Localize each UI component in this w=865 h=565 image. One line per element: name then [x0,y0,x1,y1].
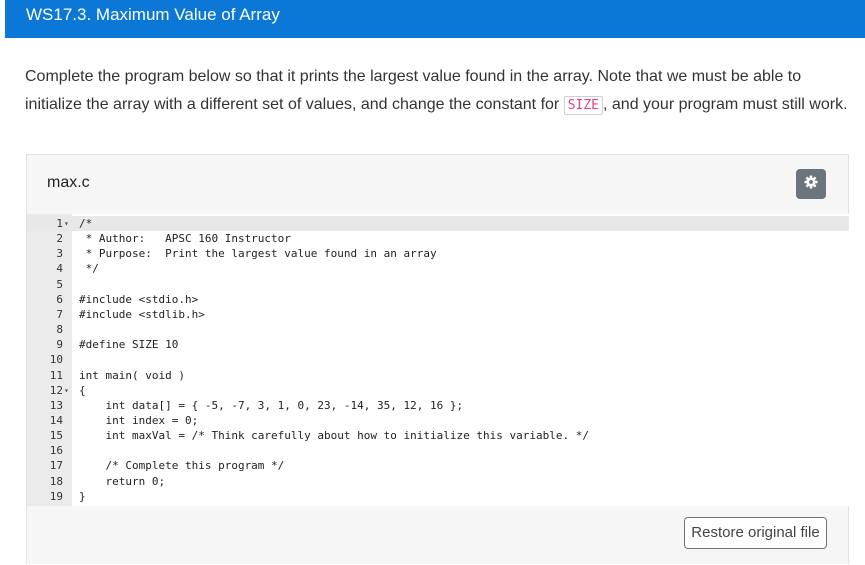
line-number: 9 [56,338,63,352]
code-line[interactable]: 9 #define SIZE 10 [27,337,849,352]
line-number: 2 [56,232,63,246]
code-text: int data[] = { -5, -7, 3, 1, 0, 23, -14,… [79,398,464,412]
code-text: int index = 0; [79,413,199,427]
settings-button[interactable] [796,169,826,199]
line-number: 3 [56,247,63,261]
code-line[interactable]: 7 #include <stdlib.h> [27,307,849,322]
line-number: 11 [49,368,63,382]
code-line[interactable]: 18 return 0; [27,474,849,489]
page-title: WS17.3. Maximum Value of Array [26,5,280,24]
line-number: 18 [49,474,63,488]
code-text: #include <stdlib.h> [79,307,205,321]
code-text: /* [79,217,93,230]
code-text: #include <stdio.h> [79,292,199,306]
code-line[interactable]: 15 int maxVal = /* Think carefully about… [27,428,849,443]
code-text: /* Complete this program */ [79,459,285,473]
line-number: 5 [56,277,63,291]
line-number: 1 [56,217,63,230]
code-line[interactable]: 8 [27,322,849,337]
line-number: 14 [49,413,63,427]
code-line[interactable]: 5 [27,277,849,292]
code-line[interactable]: 6 #include <stdio.h> [27,292,849,307]
code-line[interactable]: 10 [27,352,849,367]
code-line[interactable]: 16 [27,443,849,458]
code-line[interactable]: 3 * Purpose: Print the largest value fou… [27,246,849,261]
code-text: return 0; [79,474,166,488]
problem-description: Complete the program below so that it pr… [25,63,855,120]
code-line[interactable]: 14 int index = 0; [27,413,849,428]
code-line[interactable]: 19} [27,489,849,504]
line-number: 4 [56,262,63,276]
size-constant-code: SIZE [563,96,603,115]
code-line[interactable]: 12 ▾ { [27,383,849,398]
line-number: 12 [49,383,63,397]
code-text: * Purpose: Print the largest value found… [79,247,437,261]
gear-icon [804,174,818,194]
code-text: * Author: APSC 160 Instructor [79,232,291,246]
line-number: 8 [56,323,63,337]
code-line[interactable]: 1 ▾ /* [27,216,849,231]
code-text: #define SIZE 10 [79,338,179,352]
code-text: } [79,489,86,503]
code-text: int maxVal = /* Think carefully about ho… [79,429,589,443]
code-line[interactable]: 4 */ [27,261,849,276]
code-line[interactable]: 13 int data[] = { -5, -7, 3, 1, 0, 23, -… [27,398,849,413]
chevron-down-icon[interactable]: ▾ [64,216,69,231]
filename-label: max.c [47,174,90,191]
line-number: 19 [49,489,63,503]
line-number: 17 [49,459,63,473]
page-header: WS17.3. Maximum Value of Array [5,0,865,38]
chevron-down-icon[interactable]: ▾ [64,383,69,398]
code-line[interactable]: 2 * Author: APSC 160 Instructor [27,231,849,246]
code-line[interactable]: 11 int main( void ) [27,368,849,383]
restore-original-file-button[interactable]: Restore original file [684,517,827,549]
code-text: { [79,383,86,397]
description-text-after: , and your program must still work. [603,96,848,113]
line-number: 10 [49,353,63,367]
line-number: 15 [49,429,63,443]
line-number: 7 [56,307,63,321]
code-line[interactable]: 17 /* Complete this program */ [27,458,849,473]
line-number: 6 [56,292,63,306]
code-text: int main( void ) [79,368,185,382]
line-number: 16 [49,444,63,458]
code-text: */ [79,262,99,276]
line-number: 13 [49,398,63,412]
